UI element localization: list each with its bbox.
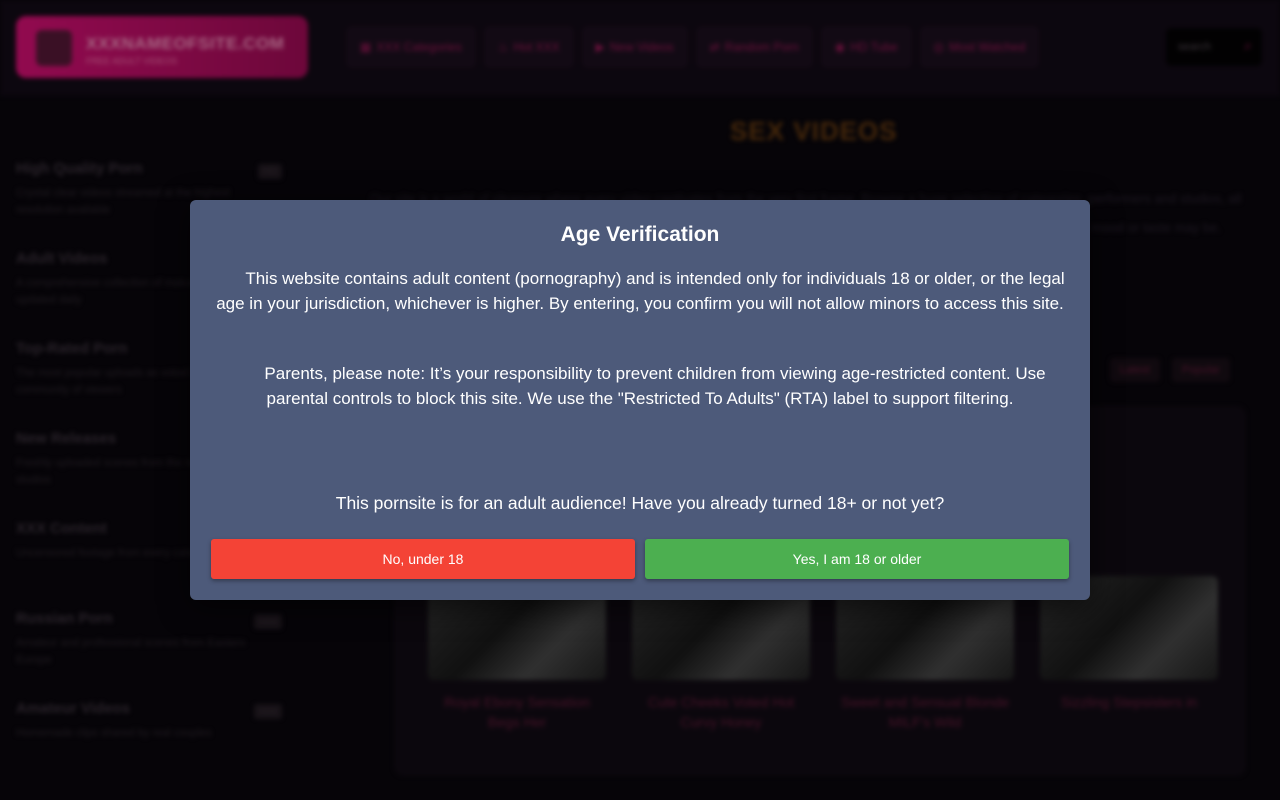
adult-content-notice: This website contains adult content (por… [216, 269, 1065, 313]
age-question: This pornsite is for an adult audience! … [335, 493, 945, 513]
age-verification-dialog: Age Verification This website contains a… [190, 200, 1090, 600]
parents-notice: Parents, please note: It’s your responsi… [264, 364, 1046, 408]
under-18-button[interactable]: No, under 18 [211, 539, 635, 579]
over-18-button[interactable]: Yes, I am 18 or older [645, 539, 1069, 579]
dialog-title: Age Verification [560, 223, 720, 246]
